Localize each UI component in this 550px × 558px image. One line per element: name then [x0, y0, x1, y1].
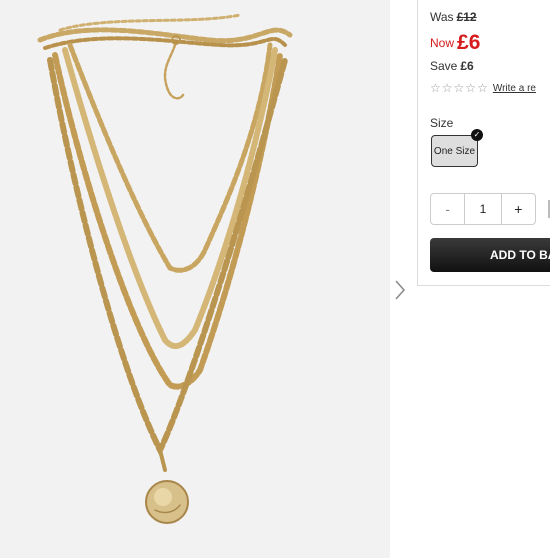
- quantity-stepper: - 1 +: [430, 193, 536, 225]
- was-label: Was: [430, 10, 454, 24]
- price-now: Now £6: [430, 31, 480, 55]
- now-label: Now: [430, 36, 455, 50]
- price-was: Was £12: [430, 10, 477, 24]
- star-outline-icon: ☆: [477, 81, 488, 95]
- quantity-minus-button[interactable]: -: [431, 194, 464, 224]
- add-to-bag-button[interactable]: ADD TO BA: [430, 238, 550, 272]
- chevron-right-icon: [395, 280, 406, 300]
- star-outline-icon: ☆: [465, 81, 477, 95]
- size-label: Size: [430, 116, 454, 130]
- necklace-image: [37, 13, 293, 524]
- quantity-plus-button[interactable]: +: [502, 194, 535, 224]
- price-save: Save £6: [430, 59, 474, 73]
- current-price: £6: [457, 31, 481, 54]
- star-outline-icon: ☆: [441, 81, 453, 95]
- check-badge-icon: ✓: [471, 129, 483, 141]
- quantity-input[interactable]: 1: [464, 194, 502, 224]
- product-info-panel: Was £12 Now £6 Save £6 ☆ ☆ ☆ ☆ ☆ Write a re…: [417, 0, 550, 286]
- save-amount: £6: [460, 59, 474, 73]
- product-image: [0, 0, 390, 558]
- next-image-button[interactable]: [393, 278, 407, 302]
- size-option-one-size[interactable]: One Size: [431, 135, 478, 167]
- save-label: Save: [430, 59, 458, 73]
- old-price: £12: [456, 10, 477, 24]
- star-outline-icon: ☆: [430, 81, 441, 95]
- star-rating: ☆ ☆ ☆ ☆ ☆: [430, 82, 488, 94]
- write-review-link[interactable]: Write a re: [493, 83, 536, 94]
- star-outline-icon: ☆: [453, 81, 465, 95]
- rating: ☆ ☆ ☆ ☆ ☆ Write a re: [430, 82, 536, 94]
